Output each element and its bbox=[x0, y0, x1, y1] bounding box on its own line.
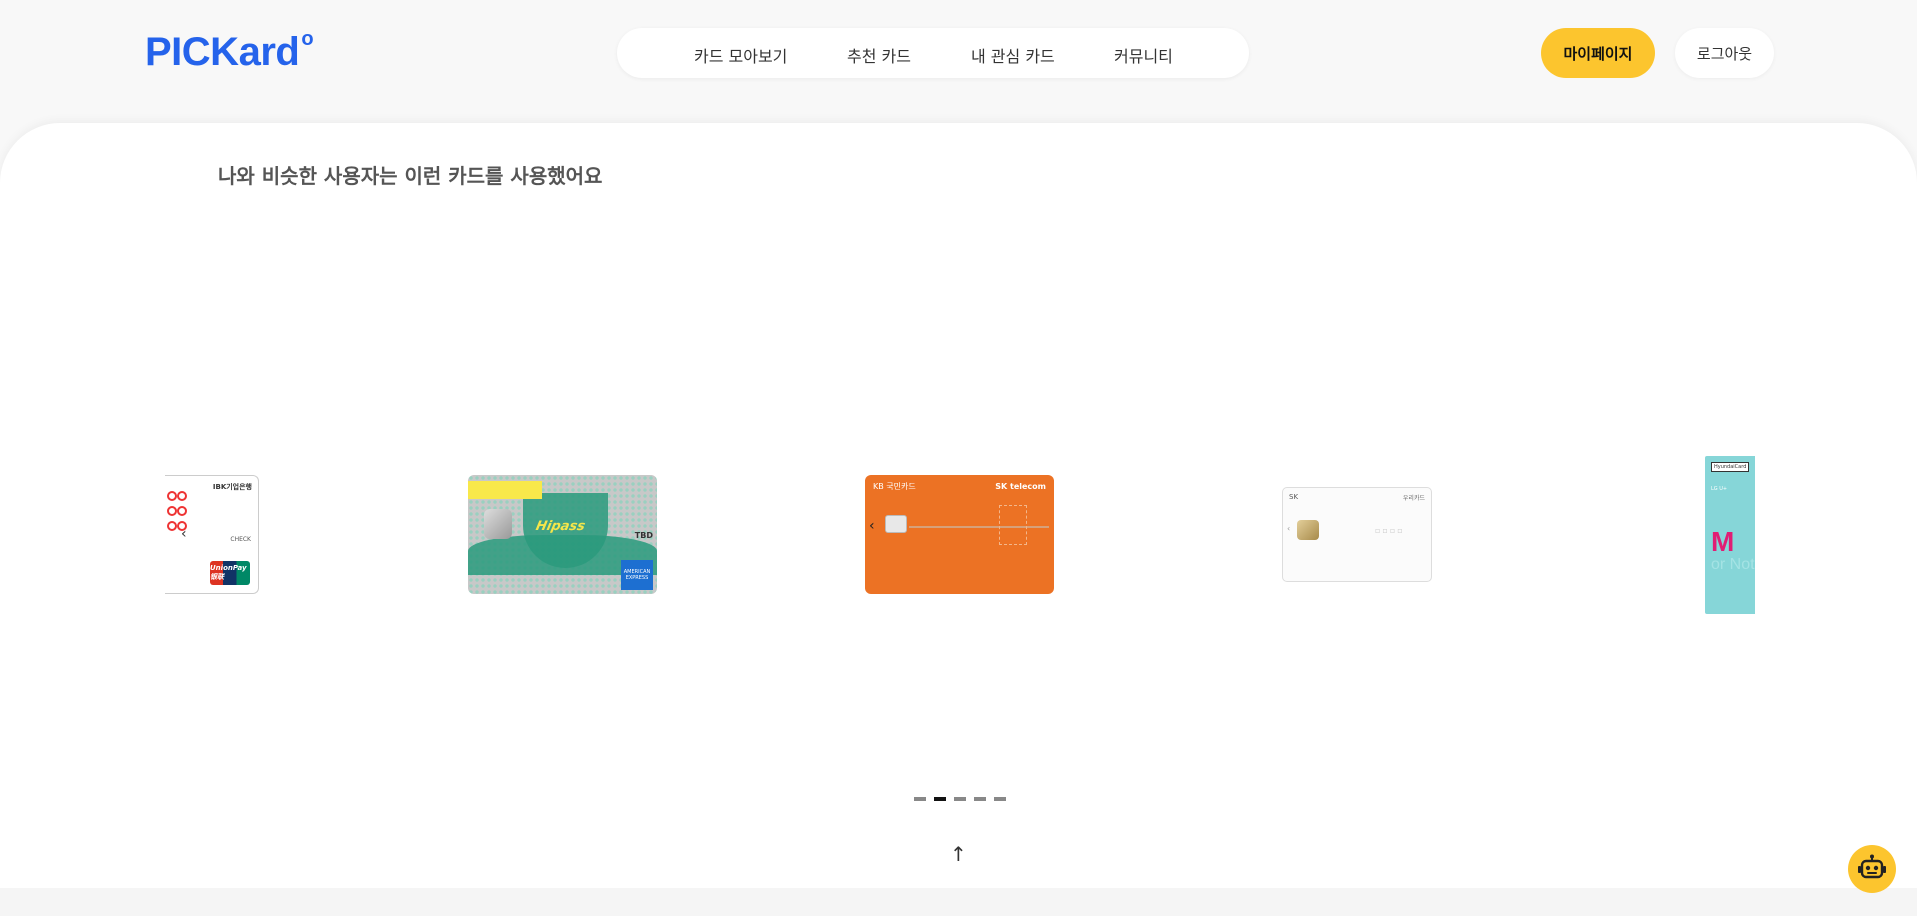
card-tag: TBD bbox=[634, 531, 653, 540]
nav-item-community[interactable]: 커뮤니티 bbox=[1114, 43, 1173, 67]
card-bank: KB 국민카드 bbox=[873, 482, 916, 491]
card-script: Hipass bbox=[534, 519, 587, 534]
card-label: CHECK bbox=[230, 536, 251, 543]
chevron-left-icon: ‹ bbox=[869, 518, 875, 534]
card-kb-skt[interactable]: KB 국민카드 SK telecom ‹ bbox=[865, 475, 1054, 594]
card-mark: M bbox=[1711, 526, 1735, 557]
card-partner: SK telecom bbox=[995, 482, 1046, 491]
nav-item-favorites[interactable]: 내 관심 카드 bbox=[971, 43, 1055, 67]
pagination-dot-5[interactable] bbox=[994, 797, 1006, 801]
card-hipass-amex[interactable]: Hipass TBD AMERICAN EXPRESS bbox=[468, 475, 657, 594]
footer-strip bbox=[0, 888, 1917, 916]
card-chip bbox=[484, 509, 512, 539]
scroll-to-top-button[interactable]: ↑ bbox=[950, 842, 967, 866]
ring-icon bbox=[167, 506, 177, 516]
pagination-dot-3[interactable] bbox=[954, 797, 966, 801]
card-network: UnionPay 银联 bbox=[210, 561, 250, 585]
nav-item-recommended[interactable]: 추천 카드 bbox=[847, 43, 911, 67]
nav-item-cards[interactable]: 카드 모아보기 bbox=[694, 43, 787, 67]
mypage-button[interactable]: 마이페이지 bbox=[1541, 28, 1655, 78]
ring-icon bbox=[167, 521, 177, 531]
card-bank: HyundaiCard bbox=[1711, 462, 1750, 472]
card-carousel[interactable]: ‹ IBK기업은행 CHECK UnionPay 银联 Hipass TBD A… bbox=[165, 440, 1755, 630]
card-partner: LG U+ bbox=[1711, 486, 1728, 492]
carousel-pagination bbox=[914, 797, 1006, 801]
section-title: 나와 비슷한 사용자는 이런 카드를 사용했어요 bbox=[218, 164, 603, 188]
card-partner: 우리카드 bbox=[1402, 495, 1425, 502]
robot-icon bbox=[1858, 854, 1886, 879]
card-woori[interactable]: SK 우리카드 ‹ ▫▫▫▫ bbox=[1282, 487, 1432, 582]
ring-icon bbox=[177, 491, 187, 501]
card-network: AMERICAN EXPRESS bbox=[621, 560, 653, 590]
card-chip bbox=[1297, 520, 1319, 540]
card-bank: SK bbox=[1289, 493, 1299, 501]
card-bank: IBK기업은행 bbox=[212, 483, 252, 491]
logout-button[interactable]: 로그아웃 bbox=[1675, 28, 1774, 78]
card-chip bbox=[885, 515, 907, 533]
card-hyundai[interactable]: HyundaiCard LG U+ M or Nothin bbox=[1705, 456, 1755, 614]
main-nav: 카드 모아보기 추천 카드 내 관심 카드 커뮤니티 bbox=[617, 28, 1249, 78]
pagination-dot-2[interactable] bbox=[934, 797, 946, 801]
ring-icon bbox=[167, 491, 177, 501]
chevron-left-icon: ‹ bbox=[1287, 524, 1291, 533]
card-text: or Nothin bbox=[1711, 556, 1755, 573]
chevron-left-icon: ‹ bbox=[181, 526, 187, 542]
logo-text: PICKard bbox=[145, 30, 300, 74]
pagination-dot-4[interactable] bbox=[974, 797, 986, 801]
logo[interactable]: PICKard o bbox=[145, 28, 314, 75]
pagination-dot-1[interactable] bbox=[914, 797, 926, 801]
chatbot-button[interactable] bbox=[1848, 845, 1896, 893]
ring-icon bbox=[177, 506, 187, 516]
logo-mark: o bbox=[301, 28, 314, 50]
card-ibk-check[interactable]: ‹ IBK기업은행 CHECK UnionPay 银联 bbox=[165, 475, 259, 594]
